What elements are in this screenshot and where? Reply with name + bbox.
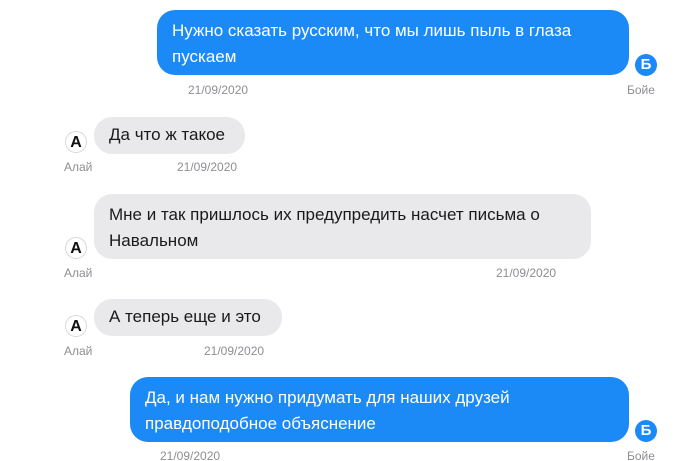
message-date: 21/09/2020 — [160, 449, 221, 461]
sender-name: Алай — [64, 344, 93, 358]
sender-name: Бойе — [627, 449, 655, 461]
sender-avatar[interactable]: А — [65, 315, 87, 337]
message-bubble-outgoing[interactable]: Нужно сказать русским, что мы лишь пыль … — [157, 10, 629, 75]
message-date: 21/09/2020 — [188, 83, 249, 97]
sender-avatar[interactable]: А — [65, 131, 87, 153]
sender-avatar[interactable]: А — [65, 237, 87, 259]
message-bubble-incoming[interactable]: Мне и так пришлось их предупредить насче… — [94, 194, 591, 259]
sender-avatar[interactable]: Б — [635, 420, 657, 442]
sender-name: Алай — [64, 266, 93, 280]
message-bubble-incoming[interactable]: А теперь еще и это — [94, 299, 282, 336]
message-bubble-incoming[interactable]: Да что ж такое — [94, 117, 245, 154]
message-date: 21/09/2020 — [177, 160, 238, 174]
sender-name: Алай — [64, 160, 93, 174]
message-date: 21/09/2020 — [204, 344, 265, 358]
message-date: 21/09/2020 — [496, 266, 557, 280]
chat-thread: Нужно сказать русским, что мы лишь пыль … — [0, 0, 700, 461]
sender-name: Бойе — [627, 83, 655, 97]
sender-avatar[interactable]: Б — [635, 54, 657, 76]
message-bubble-outgoing[interactable]: Да, и нам нужно придумать для наших друз… — [130, 377, 629, 442]
